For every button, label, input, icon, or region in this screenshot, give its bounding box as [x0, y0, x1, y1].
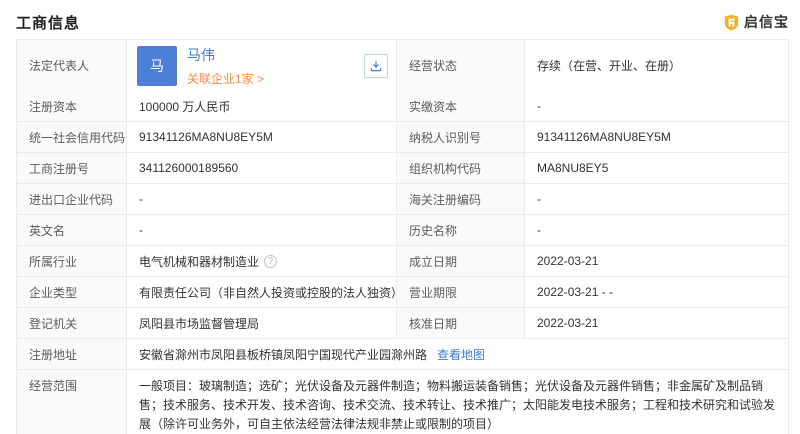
legal-rep-label: 法定代表人 [17, 40, 127, 91]
row-value: - [127, 184, 397, 214]
table-row: 注册资本 100000 万人民币 实缴资本 - [17, 91, 788, 122]
business-info-page: 工商信息 启信宝 法定代表人 马 马伟 关联企业1家 > [0, 0, 800, 434]
status-label: 经营状态 [397, 40, 525, 91]
row-value: 有限责任公司（非自然人投资或控股的法人独资） [127, 277, 397, 307]
table-row: 英文名 - 历史名称 - [17, 215, 788, 246]
legal-rep-name-link[interactable]: 马伟 [187, 45, 354, 65]
row-value: - [127, 215, 397, 245]
table-row: 工商注册号 341126000189560 组织机构代码 MA8NU8EY5 [17, 153, 788, 184]
row-value: - [525, 215, 788, 245]
row-value: - [525, 91, 788, 121]
table-row-address: 注册地址 安徽省滁州市凤阳县板桥镇凤阳宁国现代产业园滁州路 查看地图 [17, 339, 788, 370]
scope-value: 一般项目：玻璃制造；选矿；光伏设备及元器件制造；物料搬运装备销售；光伏设备及元器… [139, 377, 776, 434]
row-value: 2022-03-21 [525, 308, 788, 338]
row-value: 2022-03-21 - - [525, 277, 788, 307]
row-label: 统一社会信用代码 [17, 122, 127, 152]
row-label: 成立日期 [397, 246, 525, 276]
row-label: 纳税人识别号 [397, 122, 525, 152]
row-label: 注册资本 [17, 91, 127, 121]
address-cell: 安徽省滁州市凤阳县板桥镇凤阳宁国现代产业园滁州路 查看地图 [127, 339, 788, 369]
row-label: 实缴资本 [397, 91, 525, 121]
download-icon [370, 60, 382, 72]
row-value: 电气机械和器材制造业 [139, 253, 259, 270]
avatar: 马 [137, 46, 177, 86]
row-label: 进出口企业代码 [17, 184, 127, 214]
row-value: 凤阳县市场监督管理局 [127, 308, 397, 338]
row-value: 2022-03-21 [525, 246, 788, 276]
table-row-industry: 所属行业 电气机械和器材制造业 ? 成立日期 2022-03-21 [17, 246, 788, 277]
related-companies-link[interactable]: 关联企业1家 > [187, 70, 354, 87]
row-value: 91341126MA8NU8EY5M [525, 122, 788, 152]
help-icon[interactable]: ? [264, 255, 277, 268]
page-header: 工商信息 启信宝 [16, 10, 789, 34]
table-row: 登记机关 凤阳县市场监督管理局 核准日期 2022-03-21 [17, 308, 788, 339]
row-value: MA8NU8EY5 [525, 153, 788, 183]
view-map-link[interactable]: 查看地图 [437, 346, 485, 363]
brand-name: 启信宝 [744, 12, 789, 32]
legal-rep-cell: 马 马伟 关联企业1家 > [127, 40, 397, 91]
address-label: 注册地址 [17, 339, 127, 369]
industry-cell: 电气机械和器材制造业 ? [127, 246, 397, 276]
table-row: 企业类型 有限责任公司（非自然人投资或控股的法人独资） 营业期限 2022-03… [17, 277, 788, 308]
scope-cell: 一般项目：玻璃制造；选矿；光伏设备及元器件制造；物料搬运装备销售；光伏设备及元器… [127, 370, 788, 434]
page-title: 工商信息 [16, 12, 80, 33]
row-label: 海关注册编码 [397, 184, 525, 214]
qixinbao-shield-icon [723, 14, 740, 31]
address-value: 安徽省滁州市凤阳县板桥镇凤阳宁国现代产业园滁州路 [139, 346, 427, 363]
business-info-table: 法定代表人 马 马伟 关联企业1家 > 经营状 [16, 39, 789, 434]
row-label: 企业类型 [17, 277, 127, 307]
brand-logo: 启信宝 [723, 12, 789, 32]
download-button[interactable] [364, 54, 388, 78]
scope-label: 经营范围 [17, 370, 127, 434]
table-row-scope: 经营范围 一般项目：玻璃制造；选矿；光伏设备及元器件制造；物料搬运装备销售；光伏… [17, 370, 788, 434]
row-label: 所属行业 [17, 246, 127, 276]
row-label: 登记机关 [17, 308, 127, 338]
row-label: 营业期限 [397, 277, 525, 307]
row-label: 历史名称 [397, 215, 525, 245]
row-label: 工商注册号 [17, 153, 127, 183]
row-value: 100000 万人民币 [127, 91, 397, 121]
row-label: 组织机构代码 [397, 153, 525, 183]
row-label: 核准日期 [397, 308, 525, 338]
row-value: 91341126MA8NU8EY5M [127, 122, 397, 152]
table-row-legal-rep: 法定代表人 马 马伟 关联企业1家 > 经营状 [17, 40, 788, 91]
row-value: - [525, 184, 788, 214]
status-value: 存续（在营、开业、在册） [525, 40, 788, 91]
table-row: 统一社会信用代码 91341126MA8NU8EY5M 纳税人识别号 91341… [17, 122, 788, 153]
row-label: 英文名 [17, 215, 127, 245]
table-row: 进出口企业代码 - 海关注册编码 - [17, 184, 788, 215]
row-value: 341126000189560 [127, 153, 397, 183]
